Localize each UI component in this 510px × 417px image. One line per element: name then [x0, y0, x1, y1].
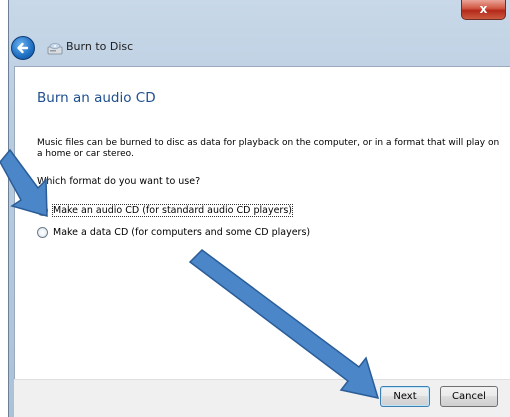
- data-cd-radio[interactable]: [37, 227, 48, 238]
- back-button[interactable]: [11, 36, 35, 60]
- format-question: Which format do you want to use?: [37, 176, 201, 187]
- option-audio-cd[interactable]: Make an audio CD (for standard audio CD …: [37, 204, 293, 217]
- page-heading: Burn an audio CD: [37, 90, 156, 106]
- cancel-button[interactable]: Cancel: [440, 386, 498, 407]
- audio-cd-radio[interactable]: [37, 205, 48, 216]
- next-button[interactable]: Next: [380, 386, 430, 407]
- close-button[interactable]: x: [461, 0, 506, 20]
- data-cd-label[interactable]: Make a data CD (for computers and some C…: [53, 227, 310, 238]
- footer-bar: [14, 379, 510, 417]
- close-icon: x: [479, 2, 488, 16]
- screenshot: x Burn to Disc Burn an audio CD Music fi…: [0, 0, 510, 417]
- window-title: Burn to Disc: [66, 40, 134, 53]
- description-text: Music files can be burned to disc as dat…: [37, 138, 500, 159]
- burn-disc-icon: [47, 43, 63, 55]
- audio-cd-label[interactable]: Make an audio CD (for standard audio CD …: [52, 204, 293, 217]
- title-bar: Burn to Disc: [8, 30, 510, 66]
- content-panel: [14, 66, 510, 379]
- back-arrow-icon: [17, 42, 29, 54]
- option-data-cd[interactable]: Make a data CD (for computers and some C…: [37, 227, 310, 238]
